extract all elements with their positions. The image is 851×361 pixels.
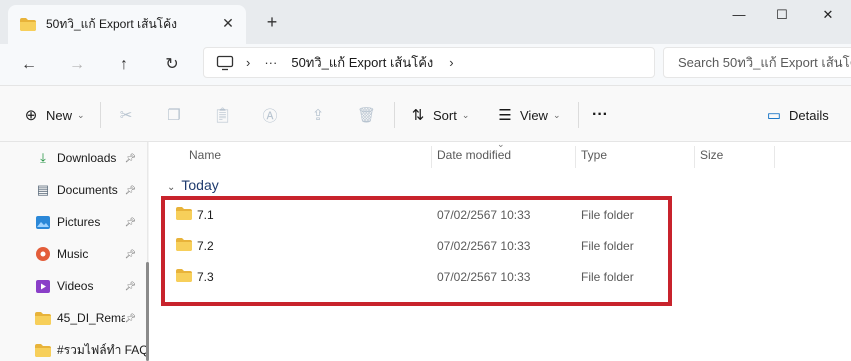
search-input[interactable]: Search 50ทวิ_แก้ Export เส้นโค้ง bbox=[663, 47, 851, 78]
delete-button[interactable]: 🗑︎ bbox=[357, 105, 381, 125]
share-button[interactable]: ⇪ bbox=[309, 105, 333, 125]
column-divider[interactable] bbox=[774, 146, 775, 168]
download-icon: ⤓ bbox=[40, 150, 46, 165]
sidebar-item-label: Music bbox=[57, 247, 89, 261]
sidebar-item-music[interactable]: Music 📌︎ bbox=[35, 242, 145, 266]
command-bar: ⊕ New ⌄ ✂ ❐ 📋︎ Ⓐ ⇪ 🗑︎ ⇅ Sort ⌄ ☰ View ⌄ … bbox=[0, 86, 851, 142]
sidebar-item-folder-faq[interactable]: #รวมไฟล์ทำ FAQ bbox=[35, 338, 149, 361]
sort-button[interactable]: ⇅ Sort ⌄ bbox=[409, 105, 470, 125]
view-button[interactable]: ☰ View ⌄ bbox=[496, 105, 561, 125]
sidebar-item-label: Documents bbox=[57, 183, 118, 197]
sort-chevron-icon: ⌄ bbox=[497, 139, 505, 149]
back-arrow-icon[interactable]: ← bbox=[18, 54, 40, 76]
sort-icon: ⇅ bbox=[411, 107, 425, 124]
address-bar[interactable]: › ··· 50ทวิ_แก้ Export เส้นโค้ง › bbox=[203, 47, 655, 78]
column-header-name[interactable]: Name bbox=[189, 148, 221, 172]
tab-title: 50ทวิ_แก้ Export เส้นโค้ง bbox=[46, 17, 177, 31]
music-icon bbox=[35, 246, 51, 262]
view-label: View bbox=[520, 107, 548, 123]
breadcrumb-overflow[interactable]: ··· bbox=[264, 55, 277, 70]
computer-icon bbox=[216, 55, 234, 70]
minimize-button[interactable]: — bbox=[727, 6, 751, 24]
pin-icon: 📌︎ bbox=[124, 312, 136, 323]
column-header-date-modified[interactable]: Date modified bbox=[437, 148, 511, 172]
list-view-icon: ☰ bbox=[498, 107, 512, 124]
folder-icon bbox=[20, 18, 36, 31]
column-divider[interactable] bbox=[694, 146, 695, 168]
folder-icon bbox=[35, 310, 51, 326]
document-icon: ▤ bbox=[36, 182, 50, 197]
divider bbox=[100, 102, 101, 128]
pin-icon: 📌︎ bbox=[124, 152, 136, 163]
rename-button[interactable]: Ⓐ bbox=[261, 105, 285, 125]
highlight-annotation-box bbox=[161, 196, 672, 306]
column-divider[interactable] bbox=[431, 146, 432, 168]
scissors-icon: ✂ bbox=[119, 107, 133, 124]
plus-circle-icon: ⊕ bbox=[24, 107, 38, 124]
forward-arrow-icon[interactable]: → bbox=[66, 54, 88, 76]
new-button[interactable]: ⊕ New ⌄ bbox=[22, 105, 85, 125]
trash-icon: 🗑︎ bbox=[357, 107, 377, 124]
sidebar-item-videos[interactable]: Videos 📌︎ bbox=[35, 274, 145, 298]
sidebar-item-label: Pictures bbox=[57, 215, 101, 229]
breadcrumb-chevron: › bbox=[246, 55, 251, 70]
breadcrumb-chevron-trailing[interactable]: › bbox=[449, 55, 453, 70]
group-label: Today bbox=[181, 177, 219, 193]
window-close-button[interactable]: ✕ bbox=[816, 6, 840, 24]
details-label: Details bbox=[789, 107, 829, 123]
copy-icon: ❐ bbox=[167, 107, 181, 124]
refresh-icon[interactable]: ↻ bbox=[161, 54, 183, 76]
more-icon: ··· bbox=[592, 106, 608, 123]
title-bar: 50ทวิ_แก้ Export เส้นโค้ง ✕ + — ☐ ✕ bbox=[0, 0, 851, 44]
breadcrumb-current[interactable]: 50ทวิ_แก้ Export เส้นโค้ง bbox=[291, 52, 433, 73]
pin-icon: 📌︎ bbox=[124, 280, 136, 291]
details-pane-icon: ▭ bbox=[766, 107, 782, 124]
video-icon bbox=[35, 278, 51, 294]
folder-icon bbox=[35, 342, 51, 358]
share-icon: ⇪ bbox=[311, 107, 325, 124]
more-options-button[interactable]: ··· bbox=[592, 105, 608, 125]
navigation-bar: ← → ↑ ↻ › ··· 50ทวิ_แก้ Export เส้นโค้ง … bbox=[0, 44, 851, 86]
column-header-type[interactable]: Type bbox=[581, 148, 607, 172]
sidebar-item-label: Downloads bbox=[57, 151, 117, 165]
copy-button[interactable]: ❐ bbox=[165, 105, 189, 125]
close-icon[interactable]: ✕ bbox=[220, 15, 236, 31]
sidebar-item-folder-45[interactable]: 45_DI_Remai 📌︎ bbox=[35, 306, 145, 330]
details-pane-button[interactable]: ▭ Details bbox=[765, 105, 829, 125]
chevron-down-icon: ⌄ bbox=[552, 109, 561, 120]
sidebar-item-documents[interactable]: ▤ Documents 📌︎ bbox=[35, 178, 145, 202]
pin-icon: 📌︎ bbox=[124, 184, 136, 195]
picture-icon bbox=[35, 214, 51, 230]
new-tab-button[interactable]: + bbox=[262, 12, 282, 32]
sidebar-item-pictures[interactable]: Pictures 📌︎ bbox=[35, 210, 145, 234]
column-header-size[interactable]: Size bbox=[700, 148, 723, 172]
sort-label: Sort bbox=[433, 107, 457, 123]
pin-icon: 📌︎ bbox=[124, 216, 136, 227]
divider bbox=[394, 102, 395, 128]
clipboard-icon: 📋︎ bbox=[213, 107, 233, 124]
sidebar-item-label: 45_DI_Remai bbox=[57, 311, 125, 325]
paste-button[interactable]: 📋︎ bbox=[213, 105, 237, 125]
file-list: Name Date modified ⌄ Type Size ⌄ Today 7.… bbox=[149, 139, 851, 361]
chevron-down-icon: ⌄ bbox=[167, 182, 176, 193]
maximize-button[interactable]: ☐ bbox=[770, 6, 794, 24]
divider bbox=[578, 102, 579, 128]
chevron-down-icon: ⌄ bbox=[461, 109, 470, 120]
new-label: New bbox=[46, 107, 73, 123]
navigation-pane: ⤓ Downloads 📌︎ ▤ Documents 📌︎ Pictures 📌… bbox=[0, 142, 149, 361]
up-arrow-icon[interactable]: ↑ bbox=[113, 54, 135, 76]
sidebar-item-label: Videos bbox=[57, 279, 94, 293]
chevron-down-icon: ⌄ bbox=[77, 109, 85, 120]
group-header-today[interactable]: ⌄ Today bbox=[167, 177, 219, 193]
sidebar-item-downloads[interactable]: ⤓ Downloads 📌︎ bbox=[35, 146, 145, 170]
column-divider[interactable] bbox=[575, 146, 576, 168]
rename-icon: Ⓐ bbox=[262, 107, 278, 125]
active-tab[interactable]: 50ทวิ_แก้ Export เส้นโค้ง ✕ bbox=[8, 5, 246, 44]
sidebar-item-label: #รวมไฟล์ทำ FAQ bbox=[57, 342, 149, 357]
cut-button[interactable]: ✂ bbox=[117, 105, 141, 125]
pin-icon: 📌︎ bbox=[124, 248, 136, 259]
